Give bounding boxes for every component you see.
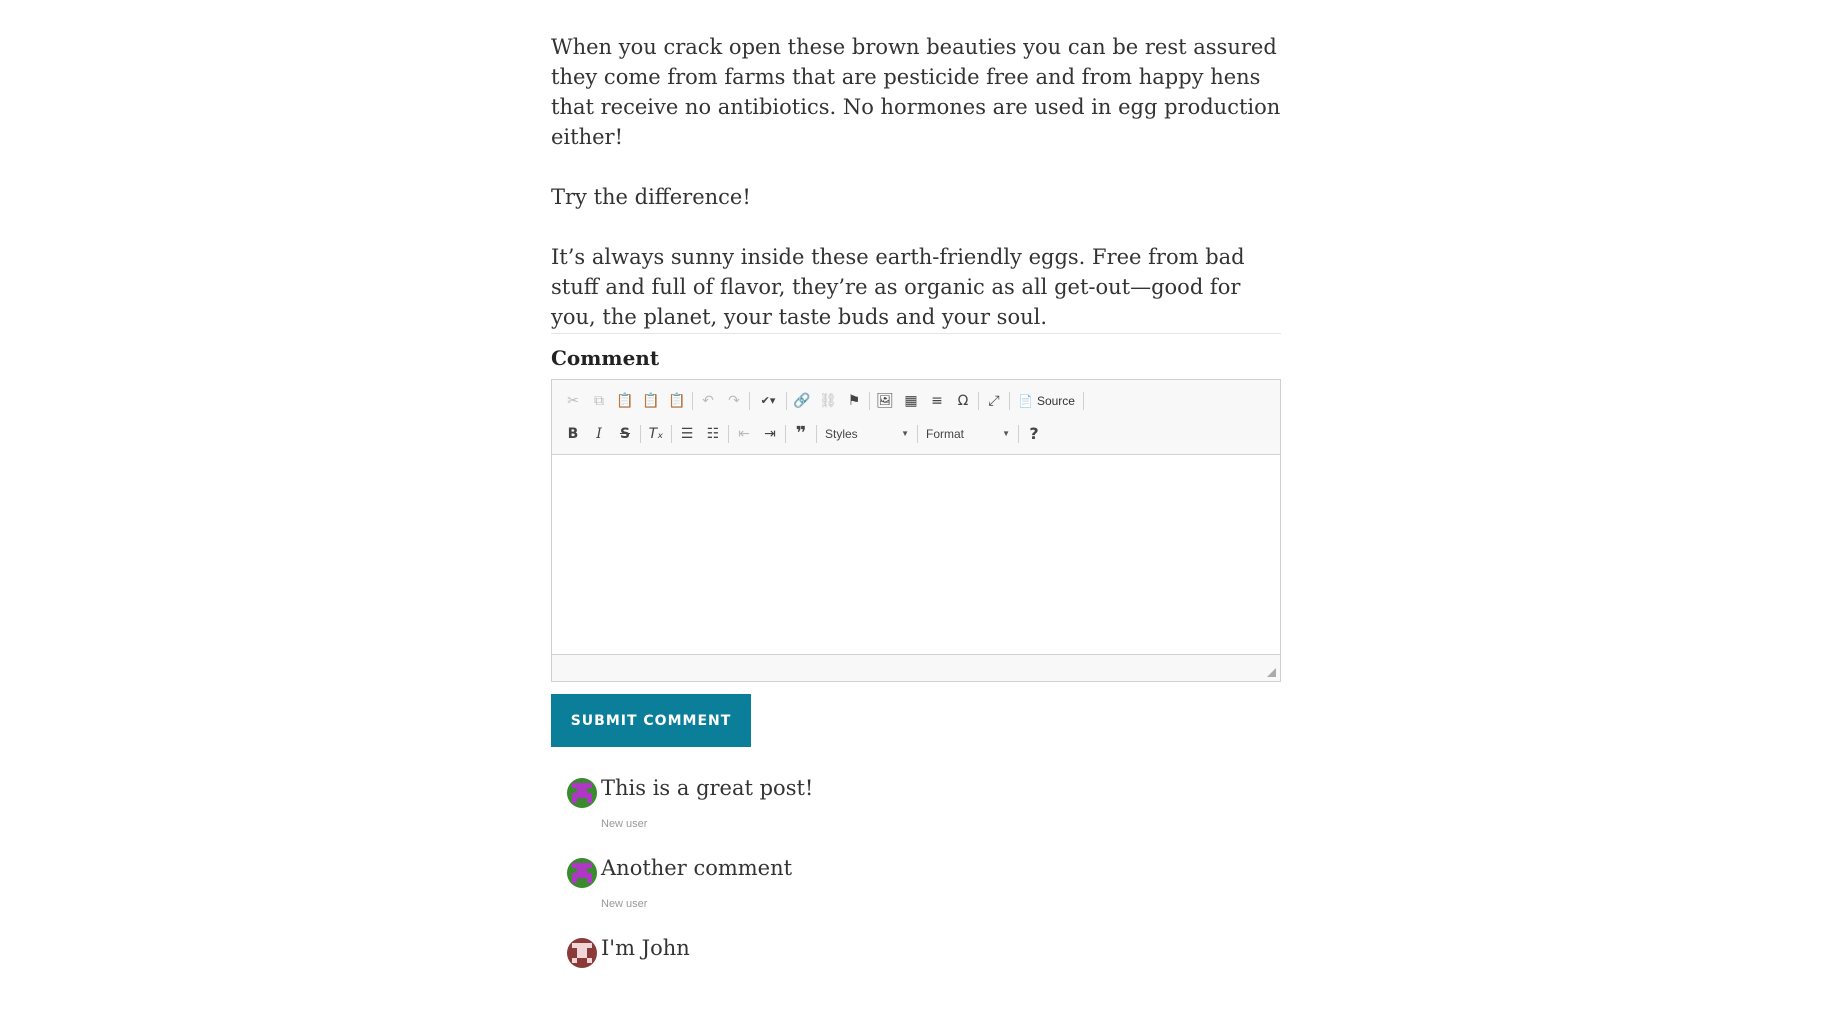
toolbar-separator [816,424,817,443]
toolbar-separator [1082,391,1084,410]
submit-comment-button[interactable]: SUBMIT COMMENT [551,694,751,747]
comment-label: Comment [551,346,660,370]
image-icon[interactable]: 🖼 [872,388,898,414]
undo-icon[interactable]: ↶ [695,388,721,414]
avatar [567,938,597,968]
toolbar-separator [786,391,787,410]
indent-icon[interactable]: ⇥ [757,421,783,447]
bold-icon[interactable]: B [560,421,586,447]
toolbar-separator [917,424,918,443]
editor-toolbar: ✂ ⧉ 📋 📋 📋 ↶ ↷ ✔▾ 🔗 ⛓ ⚑ 🖼 ▦ ≡ Ω ⤢ 📄 Sourc… [552,380,1280,455]
paste-icon[interactable]: 📋 [612,388,638,414]
comment-item: This is a great post! New user [567,774,1267,854]
italic-icon[interactable]: I [586,421,612,447]
avatar [567,778,597,808]
link-icon[interactable]: 🔗 [789,388,815,414]
source-icon: 📄 [1018,393,1033,408]
resize-handle-icon[interactable] [1267,668,1276,677]
article-body: When you crack open these brown beauties… [551,32,1281,362]
numbered-list-icon[interactable]: ☰ [674,421,700,447]
article-paragraph-2: Try the difference! [551,185,751,209]
strikethrough-icon[interactable]: S [612,421,638,447]
toolbar-separator [869,391,870,410]
article-paragraph-3: It’s always sunny inside these earth-fri… [551,245,1245,329]
remove-format-icon[interactable]: Tₓ [643,421,669,447]
spellcheck-icon[interactable]: ✔▾ [752,388,784,414]
editor-footer [552,654,1280,681]
page: When you crack open these brown beauties… [0,0,1838,972]
toolbar-separator [978,391,979,410]
toolbar-separator [1009,391,1010,410]
toolbar-separator [640,424,641,443]
maximize-icon[interactable]: ⤢ [981,388,1007,414]
comment-text: This is a great post! [601,776,814,800]
styles-dropdown[interactable]: Styles ▼ [819,422,915,446]
format-dropdown-label: Format [926,426,965,441]
comment-text: Another comment [601,856,793,880]
article-paragraph-1: When you crack open these brown beauties… [551,35,1281,149]
outdent-icon[interactable]: ⇤ [731,421,757,447]
anchor-flag-icon[interactable]: ⚑ [841,388,867,414]
help-icon[interactable]: ? [1021,421,1047,447]
source-button[interactable]: 📄 Source [1012,388,1081,414]
comment-item: Another comment New user [567,854,1267,934]
styles-dropdown-label: Styles [825,426,858,441]
avatar [567,858,597,888]
horizontal-rule-icon[interactable]: ≡ [924,388,950,414]
chevron-down-icon: ▼ [901,429,909,438]
copy-icon[interactable]: ⧉ [586,388,612,414]
blockquote-icon[interactable]: ❞ [788,421,814,447]
comment-list: This is a great post! New user Another c… [567,774,1267,1014]
chevron-down-icon: ▼ [1002,429,1010,438]
toolbar-row-2: B I S Tₓ ☰ ☷ ⇤ ⇥ ❞ Styles ▼ Format ▼ ? [560,417,1272,450]
comment-text: I'm John [601,936,690,960]
cut-icon[interactable]: ✂ [560,388,586,414]
toolbar-separator [1018,424,1019,443]
format-dropdown[interactable]: Format ▼ [920,422,1016,446]
divider [551,333,1281,334]
editor-text-area[interactable] [552,455,1280,655]
table-icon[interactable]: ▦ [898,388,924,414]
special-char-icon[interactable]: Ω [950,388,976,414]
comment-item: I'm John [567,934,1267,1014]
source-label: Source [1036,393,1075,408]
comment-author: New user [601,898,648,910]
toolbar-row-1: ✂ ⧉ 📋 📋 📋 ↶ ↷ ✔▾ 🔗 ⛓ ⚑ 🖼 ▦ ≡ Ω ⤢ 📄 Sourc… [560,384,1272,417]
bulleted-list-icon[interactable]: ☷ [700,421,726,447]
toolbar-separator [671,424,672,443]
toolbar-separator [785,424,786,443]
redo-icon[interactable]: ↷ [721,388,747,414]
comment-editor: ✂ ⧉ 📋 📋 📋 ↶ ↷ ✔▾ 🔗 ⛓ ⚑ 🖼 ▦ ≡ Ω ⤢ 📄 Sourc… [551,379,1281,682]
toolbar-separator [692,391,693,410]
paste-text-icon[interactable]: 📋 [638,388,664,414]
toolbar-separator [749,391,750,410]
comment-author: New user [601,818,648,830]
paste-word-icon[interactable]: 📋 [664,388,690,414]
unlink-icon[interactable]: ⛓ [815,388,841,414]
toolbar-separator [728,424,729,443]
